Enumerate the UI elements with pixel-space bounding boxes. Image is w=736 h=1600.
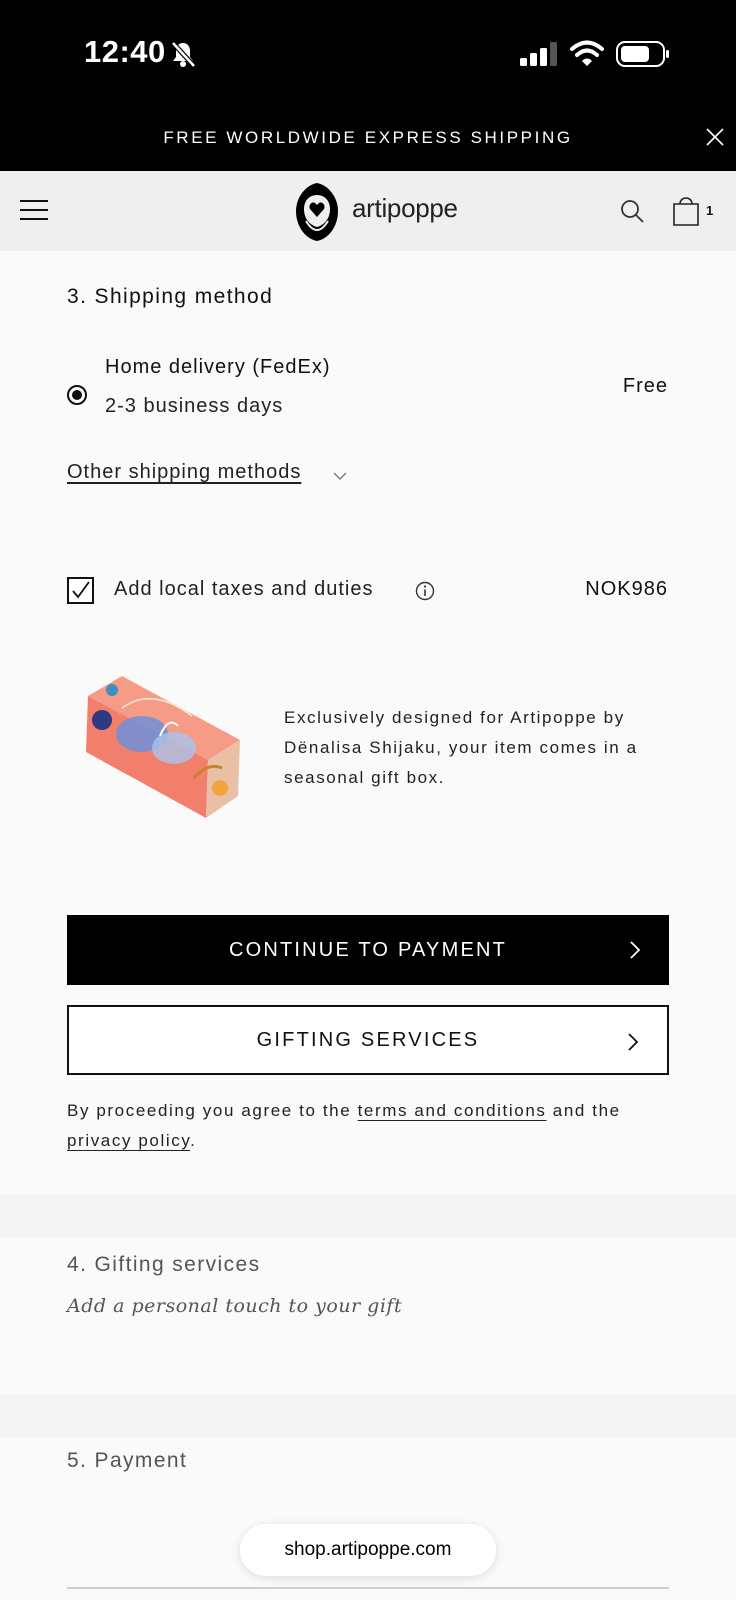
terms-link[interactable]: terms and conditions: [358, 1101, 547, 1120]
gifting-services-title: 4. Gifting services: [67, 1253, 261, 1276]
divider: [67, 1587, 669, 1589]
other-shipping-methods-link[interactable]: Other shipping methods: [67, 461, 301, 484]
shipping-method-section: 3. Shipping method Home delivery (FedEx)…: [0, 251, 736, 1195]
gifting-services-label: GIFTING SERVICES: [256, 1028, 480, 1051]
battery-icon: [616, 41, 669, 67]
browser-url-bar[interactable]: shop.artipoppe.com: [240, 1524, 496, 1576]
continue-to-payment-button[interactable]: CONTINUE TO PAYMENT: [67, 915, 669, 985]
chevron-right-icon: [628, 1033, 639, 1051]
chevron-down-icon[interactable]: [333, 471, 347, 481]
promo-text: FREE WORLDWIDE EXPRESS SHIPPING: [163, 128, 573, 147]
gifting-services-subtitle: Add a personal touch to your gift: [67, 1295, 403, 1317]
shipping-option-time: 2-3 business days: [105, 395, 284, 417]
shopping-bag-icon[interactable]: [672, 194, 700, 226]
legal-text: .: [190, 1131, 197, 1150]
gift-box-image: [86, 676, 240, 818]
shipping-option-price: Free: [622, 375, 668, 397]
status-bar: 12:40: [0, 0, 736, 106]
promo-banner: FREE WORLDWIDE EXPRESS SHIPPING: [0, 106, 736, 171]
shipping-option-name[interactable]: Home delivery (FedEx): [105, 356, 331, 379]
logo-icon[interactable]: [292, 181, 342, 243]
menu-icon[interactable]: [20, 199, 48, 221]
gifting-services-section[interactable]: 4. Gifting services Add a personal touch…: [0, 1237, 736, 1395]
legal-notice: By proceeding you agree to the terms and…: [67, 1096, 677, 1156]
privacy-link[interactable]: privacy policy: [67, 1131, 190, 1150]
cellular-signal-icon: [520, 42, 557, 66]
info-icon[interactable]: [415, 581, 435, 601]
payment-title: 5. Payment: [67, 1449, 188, 1472]
legal-text: By proceeding you agree to the: [67, 1101, 358, 1120]
bell-off-icon: [171, 41, 196, 68]
cart-count: 1: [706, 203, 714, 218]
shipping-method-title: 3. Shipping method: [67, 285, 274, 308]
gifting-services-button[interactable]: GIFTING SERVICES: [67, 1005, 669, 1075]
chevron-right-icon: [630, 941, 641, 959]
logo-text[interactable]: artipoppe: [352, 193, 458, 224]
taxes-label[interactable]: Add local taxes and duties: [114, 578, 374, 601]
search-icon[interactable]: [620, 199, 644, 223]
status-time: 12:40: [84, 34, 166, 69]
shipping-option-radio[interactable]: [67, 385, 87, 405]
taxes-amount: NOK986: [585, 578, 668, 600]
continue-to-payment-label: CONTINUE TO PAYMENT: [228, 938, 508, 961]
legal-text: and the: [546, 1101, 621, 1120]
taxes-checkbox[interactable]: [67, 577, 94, 604]
gift-box-description: Exclusively designed for Artipoppe by Dë…: [284, 708, 638, 787]
close-icon[interactable]: [706, 128, 724, 146]
site-header: artipoppe 1: [0, 171, 736, 251]
wifi-icon: [570, 40, 604, 66]
checkmark-icon: [72, 581, 90, 599]
